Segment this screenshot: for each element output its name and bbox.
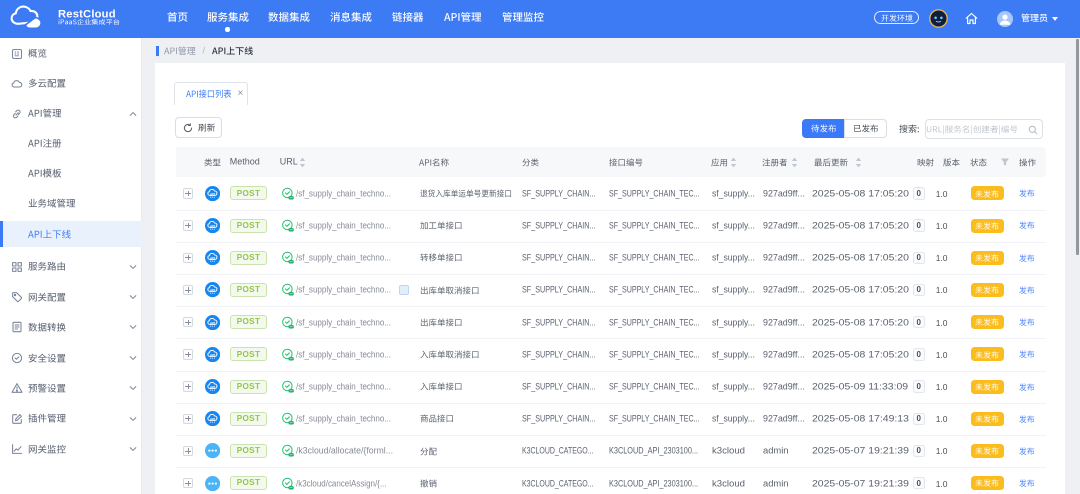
svg-text:API: API bbox=[210, 385, 215, 389]
svg-text:API: API bbox=[210, 224, 215, 228]
svg-text:API: API bbox=[210, 192, 215, 196]
svg-text:API: API bbox=[210, 353, 215, 357]
svg-text:API: API bbox=[210, 320, 215, 324]
svg-text:API: API bbox=[210, 256, 215, 260]
svg-text:API: API bbox=[210, 417, 215, 421]
svg-text:API: API bbox=[210, 288, 215, 292]
